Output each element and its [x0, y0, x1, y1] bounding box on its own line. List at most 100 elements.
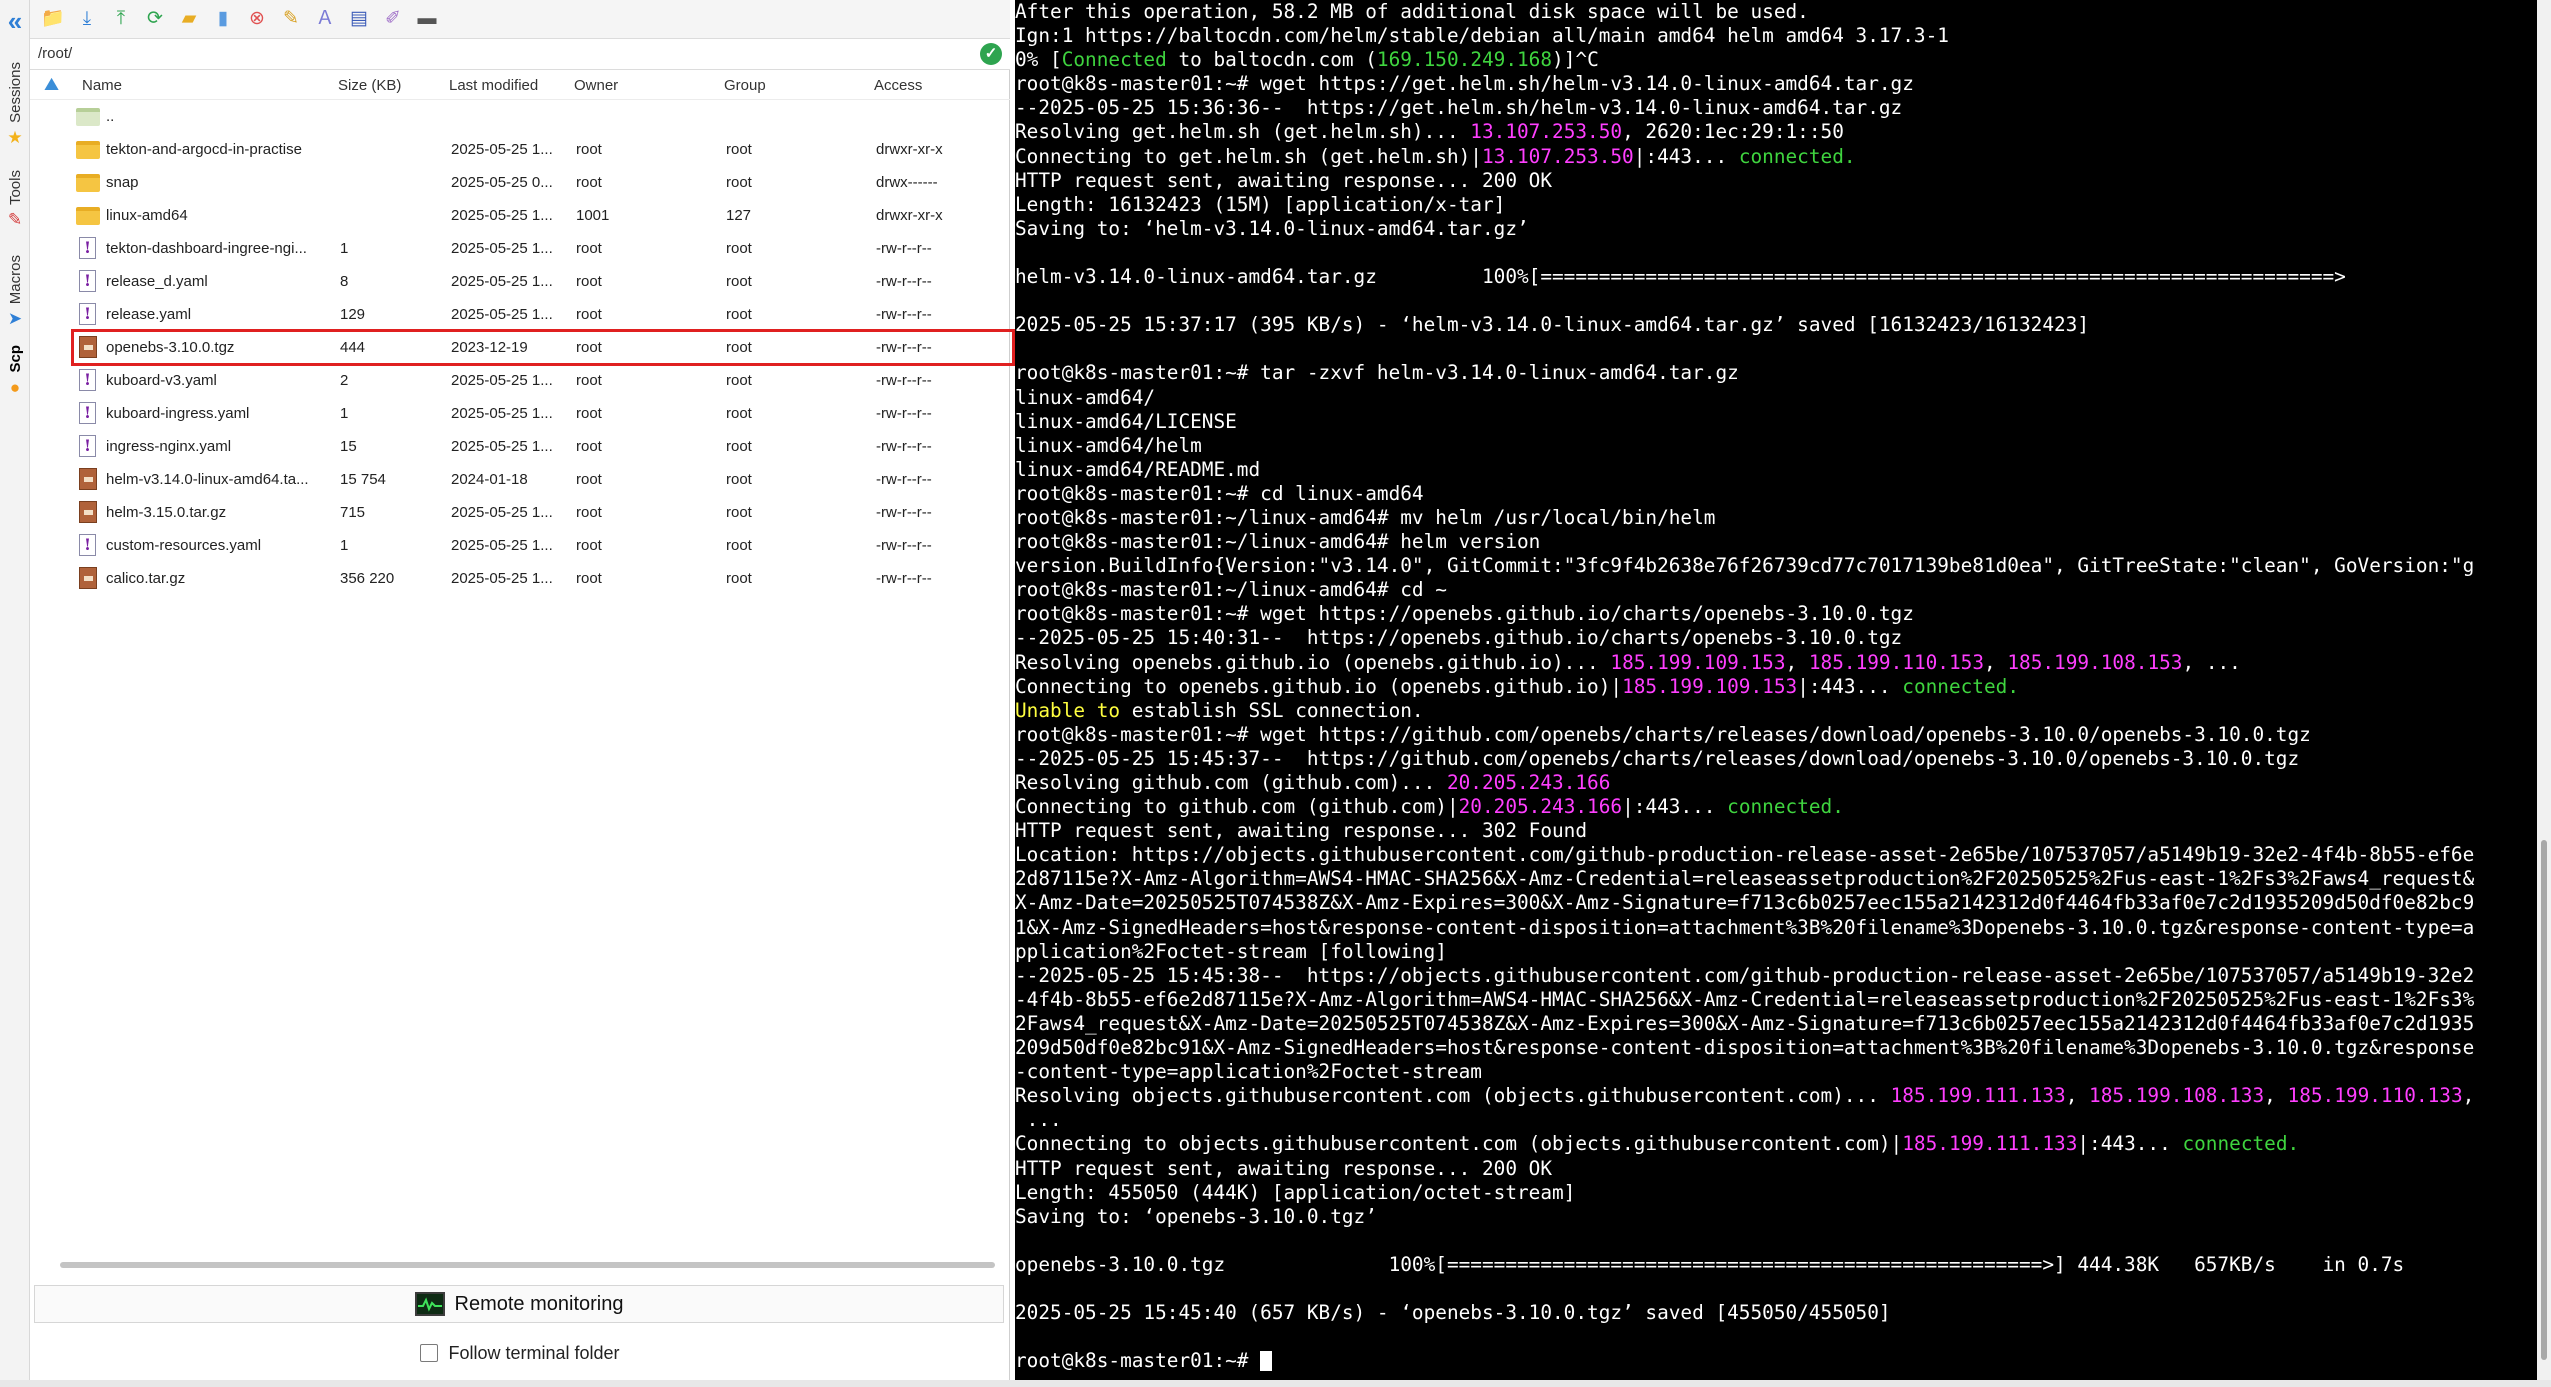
edit-icon[interactable]: ✐	[380, 6, 406, 32]
wrench-icon[interactable]: ✎	[278, 6, 304, 32]
terminal-line: 2d87115e?X-Amz-Algorithm=AWS4-HMAC-SHA25…	[1015, 867, 2525, 891]
file-access: -rw-r--r--	[876, 306, 932, 323]
column-name[interactable]: Name	[82, 77, 122, 94]
file-row[interactable]: ! release.yaml 129 2025-05-25 1... root root -…	[30, 298, 1010, 331]
tab-macros-label: Macros	[6, 255, 24, 305]
terminal-icon[interactable]: ▬	[414, 6, 440, 32]
file-row[interactable]: ! tekton-dashboard-ingree-ngi... 1 2025-05-…	[30, 232, 1010, 265]
terminal-line: --2025-05-25 15:36:36-- https://get.helm…	[1015, 96, 2525, 120]
terminal-line: HTTP request sent, awaiting response... …	[1015, 1157, 2525, 1181]
tools-icon: ✎	[7, 210, 23, 230]
terminal-line: Location: https://objects.githubusercont…	[1015, 843, 2525, 867]
terminal-text: After this operation, 58.2 MB of additio…	[1015, 0, 1809, 23]
new-folder-icon[interactable]: ▰	[176, 6, 202, 32]
terminal-scrollbar-thumb[interactable]	[2541, 840, 2547, 1360]
file-group: root	[726, 141, 752, 158]
collapse-panel-icon[interactable]: «	[4, 8, 26, 34]
archive-file-icon	[74, 566, 100, 590]
parent-directory-icon[interactable]: ⛰	[44, 75, 66, 93]
file-group: root	[726, 174, 752, 191]
file-row[interactable]: helm-v3.14.0-linux-amd64.ta... 15 754 2024…	[30, 463, 1010, 496]
file-name: kuboard-ingress.yaml	[106, 405, 250, 422]
file-row[interactable]: tekton-and-argocd-in-practise 2025-05-25 …	[30, 133, 1010, 166]
tab-scp-label: Scp	[6, 345, 24, 373]
terminal-text: --2025-05-25 15:45:38-- https://objects.…	[1015, 963, 2475, 987]
file-name: helm-3.15.0.tar.gz	[106, 504, 227, 521]
column-owner[interactable]: Owner	[574, 77, 618, 94]
terminal-text: )]^C	[1552, 48, 1599, 72]
upload-folder-icon[interactable]: 📁	[40, 6, 66, 32]
new-file-icon[interactable]: ▮	[210, 6, 236, 32]
column-group[interactable]: Group	[724, 77, 766, 94]
follow-terminal-folder-row[interactable]: Follow terminal folder	[30, 1338, 1010, 1368]
column-access[interactable]: Access	[874, 77, 922, 94]
refresh-icon[interactable]: ⟳	[142, 6, 168, 32]
file-size: 129	[340, 306, 366, 323]
file-name: helm-v3.14.0-linux-amd64.ta...	[106, 471, 309, 488]
terminal-line: HTTP request sent, awaiting response... …	[1015, 819, 2525, 843]
file-row[interactable]: ! ingress-nginx.yaml 15 2025-05-25 1... root…	[30, 430, 1010, 463]
file-access: -rw-r--r--	[876, 405, 932, 422]
file-size: 2	[340, 372, 349, 389]
follow-terminal-folder-checkbox[interactable]	[420, 1344, 439, 1362]
file-modified: 2025-05-25 1...	[451, 306, 553, 323]
terminal-line: Unable to establish SSL connection.	[1015, 699, 2525, 723]
file-row[interactable]: ! custom-resources.yaml 1 2025-05-25 1... ro…	[30, 529, 1010, 562]
file-row[interactable]: calico.tar.gz 356 220 2025-05-25 1... root r…	[30, 562, 1010, 595]
tab-macros[interactable]: Macros ➤	[0, 255, 30, 328]
terminal-line: Resolving objects.githubusercontent.com …	[1015, 1084, 2525, 1108]
terminal-line: Length: 455050 (444K) [application/octet…	[1015, 1181, 2525, 1205]
terminal-line: 0% [Connected to baltocdn.com (169.150.2…	[1015, 48, 2525, 72]
terminal-text: Resolving openebs.github.io (openebs.git…	[1015, 650, 1611, 674]
file-owner: root	[576, 240, 602, 257]
terminal-text: version.BuildInfo{Version:"v3.14.0", Git…	[1015, 554, 2475, 578]
download-icon[interactable]: ⤓	[74, 6, 100, 32]
file-owner: root	[576, 504, 602, 521]
file-row[interactable]: linux-amd64 2025-05-25 1... 1001 127 drwxr-x…	[30, 199, 1010, 232]
properties-icon[interactable]: ▤	[346, 6, 372, 32]
terminal-text: linux-amd64/	[1015, 385, 1156, 409]
file-row[interactable]: ! kuboard-ingress.yaml 1 2025-05-25 1... roo…	[30, 397, 1010, 430]
path-bar[interactable]: /root/ ✓	[30, 38, 1010, 70]
terminal-line: -4f4b-8b55-ef6e2d87115e?X-Amz-Algorithm=…	[1015, 988, 2525, 1012]
file-row[interactable]: ! release_d.yaml 8 2025-05-25 1... root root -…	[30, 265, 1010, 298]
parent-directory-row[interactable]: ..	[30, 100, 1010, 133]
terminal-line: 2Faws4_request&X-Amz-Date=20250525T07453…	[1015, 1012, 2525, 1036]
file-modified: 2025-05-25 1...	[451, 570, 553, 587]
tab-tools[interactable]: Tools ✎	[0, 170, 30, 229]
terminal-text: 185.199.110.153	[1808, 650, 1984, 674]
remote-monitoring-button[interactable]: Remote monitoring	[34, 1285, 1004, 1323]
terminal-text: 209d50df0e82bc91&X-Amz-SignedHeaders=hos…	[1015, 1036, 2475, 1060]
tab-sessions[interactable]: Sessions ★	[0, 62, 30, 147]
upload-icon[interactable]: ⤒	[108, 6, 134, 32]
file-size: 15	[340, 438, 357, 455]
terminal-line: -content-type=application%2Foctet-stream	[1015, 1060, 2525, 1084]
file-owner: root	[576, 372, 602, 389]
column-size[interactable]: Size (KB)	[338, 77, 401, 94]
tab-scp[interactable]: Scp ●	[0, 345, 30, 397]
file-owner: root	[576, 273, 602, 290]
terminal-line: linux-amd64/helm	[1015, 434, 2525, 458]
file-access: -rw-r--r--	[876, 537, 932, 554]
delete-icon[interactable]: ⊗	[244, 6, 270, 32]
terminal-text: linux-amd64/LICENSE	[1015, 409, 1237, 433]
terminal-vertical-scrollbar[interactable]	[2537, 0, 2551, 1387]
terminal-text: 2025-05-25 15:45:40 (657 KB/s) - ‘openeb…	[1015, 1301, 1891, 1325]
path-input[interactable]: /root/	[38, 45, 72, 62]
file-name: kuboard-v3.yaml	[106, 372, 217, 389]
file-modified: 2025-05-25 1...	[451, 141, 553, 158]
horizontal-scrollbar[interactable]	[60, 1262, 995, 1268]
terminal-line: root@k8s-master01:~# wget https://github…	[1015, 723, 2525, 747]
file-row[interactable]: helm-3.15.0.tar.gz 715 2025-05-25 1... root…	[30, 496, 1010, 529]
file-access: drwxr-xr-x	[876, 141, 943, 158]
file-row[interactable]: snap 2025-05-25 0... root root drwx------	[30, 166, 1010, 199]
file-group: root	[726, 273, 752, 290]
column-last-modified[interactable]: Last modified	[449, 77, 538, 94]
terminal-text: 1&X-Amz-SignedHeaders=host&response-cont…	[1015, 915, 2475, 939]
path-confirm-icon[interactable]: ✓	[980, 43, 1002, 65]
rename-icon[interactable]: Ａ	[312, 6, 338, 32]
terminal-view[interactable]: After this operation, 58.2 MB of additio…	[1015, 0, 2537, 1387]
file-row[interactable]: ! kuboard-v3.yaml 2 2025-05-25 1... root root…	[30, 364, 1010, 397]
